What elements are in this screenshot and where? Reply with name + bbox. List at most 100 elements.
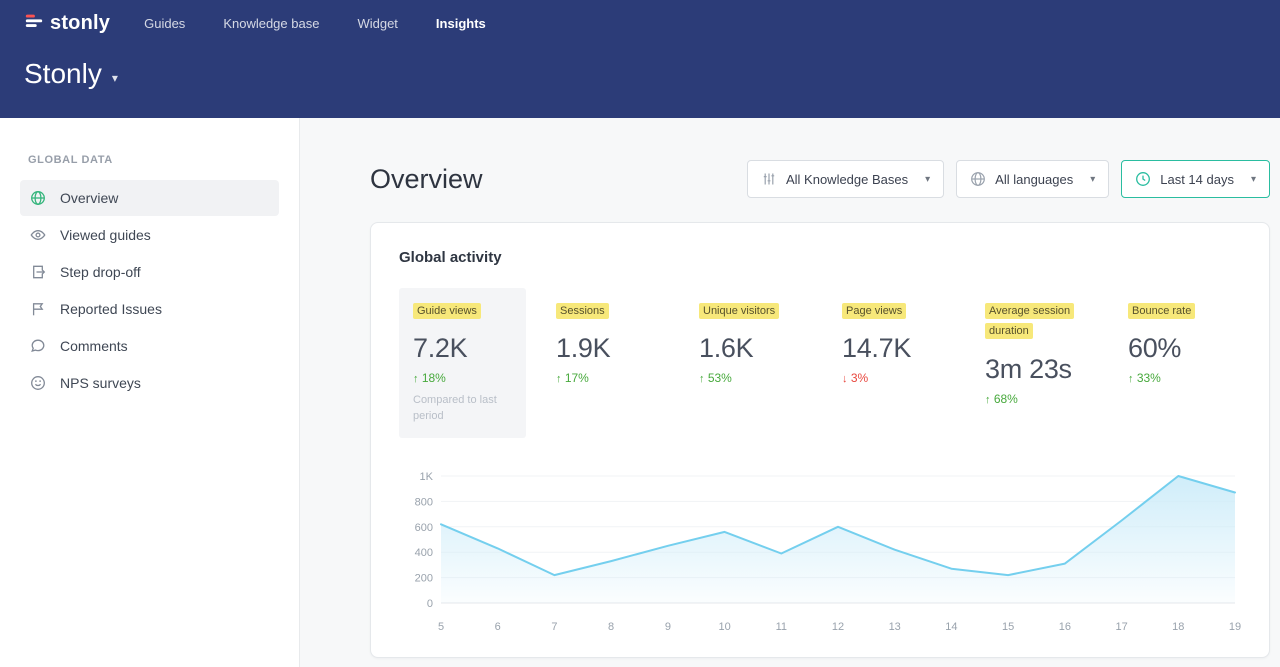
filters: All Knowledge Bases▾All languages▾Last 1… — [747, 160, 1270, 198]
metric-sessions[interactable]: Sessions 1.9K ↑ 17% — [542, 288, 669, 398]
metric-average-session-duration[interactable]: Average session duration 3m 23s ↑ 68% — [971, 288, 1098, 419]
svg-text:12: 12 — [832, 621, 844, 633]
up-arrow-icon: ↑ — [556, 373, 562, 385]
page: stonly Guides Knowledge base Widget Insight… — [0, 0, 1280, 667]
metric-value: 3m 23s — [985, 354, 1084, 385]
filter-label: Last 14 days — [1160, 172, 1234, 187]
stonly-logo[interactable]: stonly — [24, 11, 110, 36]
filter-last-14-days[interactable]: Last 14 days ▾ — [1121, 160, 1270, 198]
svg-text:600: 600 — [415, 522, 433, 534]
language-globe-icon — [970, 171, 986, 187]
chevron-down-icon: ▾ — [1090, 174, 1095, 185]
svg-text:14: 14 — [945, 621, 957, 633]
metric-note: Compared to last period — [413, 393, 512, 425]
sidebar-item-label: Step drop-off — [60, 264, 141, 280]
sidebar-item-label: Comments — [60, 338, 128, 354]
workspace-title[interactable]: Stonly — [24, 58, 102, 90]
overview-icon — [30, 190, 46, 206]
svg-text:800: 800 — [415, 497, 433, 509]
filter-all-languages[interactable]: All languages ▾ — [956, 160, 1109, 198]
sidebar-item-step-drop-off[interactable]: Step drop-off — [20, 254, 279, 290]
sidebar-item-overview[interactable]: Overview — [20, 180, 279, 216]
metric-page-views[interactable]: Page views 14.7K ↓ 3% — [828, 288, 955, 398]
metric-value: 7.2K — [413, 333, 512, 364]
svg-text:16: 16 — [1059, 621, 1071, 633]
eye-icon — [30, 227, 46, 243]
sidebar-item-label: NPS surveys — [60, 375, 141, 391]
metrics-row: Guide views 7.2K ↑ 18% Compared to last per… — [399, 288, 1241, 438]
smiley-icon — [30, 375, 46, 391]
metric-label: Unique visitors — [699, 303, 779, 319]
up-arrow-icon: ↑ — [413, 373, 419, 385]
metric-change: ↑ 18% — [413, 371, 512, 385]
nav-item-widget[interactable]: Widget — [357, 16, 397, 31]
metric-change: ↓ 3% — [842, 371, 941, 385]
svg-text:1K: 1K — [420, 471, 434, 483]
metric-label: Average session duration — [985, 303, 1074, 339]
nav-item-insights[interactable]: Insights — [436, 16, 486, 31]
svg-text:0: 0 — [427, 598, 433, 610]
svg-text:17: 17 — [1115, 621, 1127, 633]
chevron-down-icon[interactable]: ▾ — [112, 71, 118, 85]
sidebar-item-label: Overview — [60, 190, 118, 206]
svg-text:400: 400 — [415, 547, 433, 559]
nav-item-guides[interactable]: Guides — [144, 16, 185, 31]
sidebar-item-label: Viewed guides — [60, 227, 151, 243]
metric-value: 14.7K — [842, 333, 941, 364]
metric-change: ↑ 53% — [699, 371, 798, 385]
body-layout: GLOBAL DATA Overview Viewed guides Step dr… — [0, 118, 1280, 667]
metric-label: Sessions — [556, 303, 609, 319]
flag-icon — [30, 301, 46, 317]
svg-text:10: 10 — [718, 621, 730, 633]
metric-value: 60% — [1128, 333, 1227, 364]
chevron-down-icon: ▾ — [1251, 174, 1256, 185]
svg-text:11: 11 — [776, 621, 787, 633]
stonly-logo-icon — [24, 11, 44, 36]
clock-icon — [1135, 171, 1151, 187]
sidebar-item-label: Reported Issues — [60, 301, 162, 317]
metric-value: 1.6K — [699, 333, 798, 364]
up-arrow-icon: ↑ — [985, 394, 991, 406]
sidebar-item-viewed-guides[interactable]: Viewed guides — [20, 217, 279, 253]
metric-label: Guide views — [413, 303, 481, 319]
metric-bounce-rate[interactable]: Bounce rate60%↑ 33% — [1114, 288, 1241, 398]
card-title: Global activity — [399, 249, 1241, 266]
metric-value: 1.9K — [556, 333, 655, 364]
comment-icon — [30, 338, 46, 354]
activity-chart: 02004006008001K5678910111213141516171819 — [399, 464, 1243, 639]
svg-text:6: 6 — [495, 621, 501, 633]
svg-text:7: 7 — [551, 621, 557, 633]
filter-label: All Knowledge Bases — [786, 172, 908, 187]
sidebar-item-comments[interactable]: Comments — [20, 328, 279, 364]
chevron-down-icon: ▾ — [925, 174, 930, 185]
nav-item-knowledge-base[interactable]: Knowledge base — [223, 16, 319, 31]
sidebar-section-title: GLOBAL DATA — [0, 154, 299, 166]
filter-all-knowledge-bases[interactable]: All Knowledge Bases ▾ — [747, 160, 944, 198]
logo-text: stonly — [50, 12, 110, 35]
svg-text:8: 8 — [608, 621, 614, 633]
filter-label: All languages — [995, 172, 1073, 187]
svg-text:15: 15 — [1002, 621, 1014, 633]
top-nav-row: stonly Guides Knowledge base Widget Insight… — [24, 0, 1256, 46]
metric-change: ↑ 17% — [556, 371, 655, 385]
sidebar-item-nps-surveys[interactable]: NPS surveys — [20, 365, 279, 401]
knowledge-base-filter-icon — [761, 171, 777, 187]
up-arrow-icon: ↑ — [699, 373, 705, 385]
metric-change: ↑ 68% — [985, 392, 1084, 406]
svg-text:5: 5 — [438, 621, 444, 633]
global-activity-card: Global activity Guide views 7.2K ↑ 18% Comp… — [370, 222, 1270, 658]
svg-text:18: 18 — [1172, 621, 1184, 633]
metric-guide-views[interactable]: Guide views 7.2K ↑ 18% Compared to last per… — [399, 288, 526, 438]
svg-text:19: 19 — [1229, 621, 1241, 633]
metric-unique-visitors[interactable]: Unique visitors 1.6K ↑ 53% — [685, 288, 812, 398]
metric-label: Bounce rate — [1128, 303, 1195, 319]
step-dropoff-icon — [30, 264, 46, 280]
svg-text:13: 13 — [889, 621, 901, 633]
page-title: Overview — [370, 164, 483, 195]
sidebar-list: Overview Viewed guides Step drop-off Report… — [0, 180, 299, 401]
app-header: stonly Guides Knowledge base Widget Insight… — [0, 0, 1280, 118]
title-row: Overview All Knowledge Bases▾All languag… — [370, 160, 1270, 198]
metric-label: Page views — [842, 303, 906, 319]
top-nav: Guides Knowledge base Widget Insights — [144, 16, 486, 31]
sidebar-item-reported-issues[interactable]: Reported Issues — [20, 291, 279, 327]
